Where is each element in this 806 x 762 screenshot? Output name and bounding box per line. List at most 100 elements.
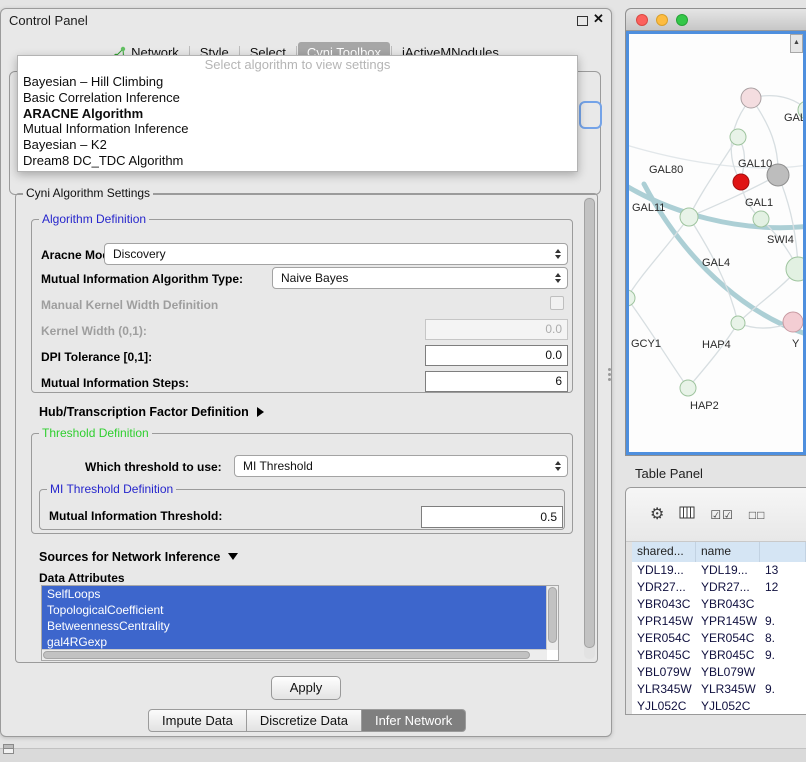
data-attributes-items: SelfLoopsTopologicalCoefficientBetweenne… [42, 586, 558, 650]
bottom-tab-impute-data[interactable]: Impute Data [148, 709, 247, 732]
table-cell: YDL19... [632, 562, 696, 579]
expanded-arrow-icon [228, 553, 238, 560]
close-icon[interactable]: ✕ [593, 11, 604, 27]
network-node[interactable] [741, 88, 761, 108]
network-node[interactable] [680, 380, 696, 396]
table-row[interactable]: YBL079WYBL079W [632, 664, 806, 681]
network-node[interactable] [786, 257, 804, 281]
algorithm-option[interactable]: Bayesian – K2 [18, 137, 577, 153]
table-row[interactable]: YBR045CYBR045C9. [632, 647, 806, 664]
network-view-window: GAL80GAL10GAL11GAL1SWI4GAL4GCY1HAP4HAP2G… [625, 8, 806, 456]
sources-section-toggle[interactable]: Sources for Network Inference [39, 550, 238, 564]
apply-button[interactable]: Apply [271, 676, 341, 700]
algorithm-placeholder: Select algorithm to view settings [18, 56, 577, 74]
network-node[interactable] [733, 174, 749, 190]
table-column-header[interactable]: shared... [632, 542, 696, 562]
chevron-updown-icon [555, 461, 561, 471]
network-window-titlebar[interactable] [626, 9, 806, 31]
data-attribute-item[interactable]: BetweennessCentrality [42, 618, 547, 634]
sources-section-label: Sources for Network Inference [39, 550, 220, 564]
algorithm-option[interactable]: Basic Correlation Inference [18, 90, 577, 106]
network-edge[interactable] [689, 137, 738, 217]
zoom-traffic-light-icon[interactable] [676, 14, 688, 26]
algorithm-list: Bayesian – Hill ClimbingBasic Correlatio… [18, 74, 577, 169]
table-cell: YPR145W [696, 613, 760, 630]
network-edge[interactable] [689, 217, 738, 323]
table-row[interactable]: YPR145WYPR145W9. [632, 613, 806, 630]
scroll-up-arrow-icon[interactable]: ▲ [790, 34, 803, 53]
table-row[interactable]: YDL19...YDL19...13 [632, 562, 806, 579]
columns-icon[interactable] [679, 506, 695, 523]
gear-icon[interactable]: ⚙ [650, 507, 664, 523]
table-row[interactable]: YDR27...YDR27...12 [632, 579, 806, 596]
algorithm-option[interactable]: Mutual Information Inference [18, 121, 577, 137]
table-row[interactable]: YLR345WYLR345W9. [632, 681, 806, 698]
aracne-mode-select[interactable]: Discovery [104, 243, 568, 265]
settings-scrollbar-thumb[interactable] [584, 198, 595, 648]
kernel-width-field[interactable]: 0.0 [425, 319, 568, 340]
table-cell: YBL079W [632, 664, 696, 681]
network-node-label: GAL10 [738, 158, 772, 170]
network-node[interactable] [783, 312, 803, 332]
bottom-tab-bar: Impute DataDiscretize DataInfer Network [148, 709, 466, 732]
refresh-button-focused[interactable] [579, 101, 602, 129]
bottom-tab-discretize-data[interactable]: Discretize Data [247, 709, 362, 732]
table-column-header[interactable]: name [696, 542, 760, 562]
network-node-label: GAL80 [649, 164, 683, 176]
list-vertical-thumb[interactable] [548, 587, 557, 643]
network-node[interactable] [629, 290, 635, 306]
network-node-label: HAP2 [690, 400, 719, 412]
algorithm-option[interactable]: ARACNE Algorithm [18, 106, 577, 122]
float-window-icon[interactable] [577, 16, 588, 26]
select-all-rows-icon[interactable]: ☑☑ [710, 507, 734, 523]
data-attributes-list[interactable]: SelfLoopsTopologicalCoefficientBetweenne… [41, 585, 559, 661]
mi-type-select[interactable]: Naive Bayes [272, 267, 568, 289]
network-node-label: GAL1 [745, 197, 773, 209]
table-body: YDL19...YDL19...13YDR27...YDR27...12YBR0… [632, 562, 806, 714]
panel-toggle-icon[interactable] [3, 744, 14, 754]
mi-type-value: Naive Bayes [281, 271, 348, 285]
list-horizontal-thumb[interactable] [43, 651, 530, 659]
table-cell [760, 698, 806, 714]
mi-steps-field[interactable]: 6 [425, 371, 568, 392]
data-attribute-item[interactable]: SelfLoops [42, 586, 547, 602]
network-node-label: GAL4 [702, 257, 730, 269]
data-attributes-label: Data Attributes [39, 571, 125, 585]
network-node-label: GAL [784, 112, 804, 124]
data-attribute-item[interactable]: TopologicalCoefficient [42, 602, 547, 618]
network-node[interactable] [731, 316, 745, 330]
minimize-traffic-light-icon[interactable] [656, 14, 668, 26]
network-node[interactable] [680, 208, 698, 226]
manual-kernel-checkbox[interactable] [550, 296, 564, 310]
mi-steps-label: Mutual Information Steps: [41, 376, 189, 390]
network-node[interactable] [730, 129, 746, 145]
table-row[interactable]: YBR043CYBR043C [632, 596, 806, 613]
algorithm-option[interactable]: Dream8 DC_TDC Algorithm [18, 153, 577, 169]
table-cell: YDR27... [632, 579, 696, 596]
bottom-tab-infer-network[interactable]: Infer Network [362, 709, 466, 732]
list-vertical-scrollbar[interactable] [546, 586, 558, 650]
network-edge[interactable] [778, 175, 798, 269]
close-traffic-light-icon[interactable] [636, 14, 648, 26]
network-edge[interactable] [688, 323, 738, 388]
network-node-label: GCY1 [631, 338, 661, 350]
network-node[interactable] [753, 211, 769, 227]
clear-selection-icon[interactable]: □□ [749, 507, 766, 523]
network-canvas[interactable]: GAL80GAL10GAL11GAL1SWI4GAL4GCY1HAP4HAP2G… [626, 31, 806, 455]
settings-scrollbar[interactable] [584, 197, 595, 659]
hub-section-label: Hub/Transcription Factor Definition [39, 405, 249, 419]
panel-splitter-handle[interactable] [608, 368, 611, 382]
mi-threshold-field[interactable]: 0.5 [421, 506, 563, 528]
hub-section-toggle[interactable]: Hub/Transcription Factor Definition [39, 405, 264, 419]
table-row[interactable]: YJL052CYJL052C [632, 698, 806, 714]
list-horizontal-scrollbar[interactable] [42, 649, 547, 660]
dpi-tolerance-field[interactable]: 0.0 [425, 345, 568, 366]
table-column-header[interactable] [760, 542, 806, 562]
algorithm-option[interactable]: Bayesian – Hill Climbing [18, 74, 577, 90]
table-cell: YER054C [696, 630, 760, 647]
which-threshold-select[interactable]: MI Threshold [234, 455, 568, 477]
table-row[interactable]: YER054CYER054C8. [632, 630, 806, 647]
data-attribute-item[interactable]: gal4RGexp [42, 634, 547, 650]
network-edge[interactable] [629, 217, 689, 298]
table-toolbar: ⚙ ☑☑ □□ [626, 488, 806, 542]
